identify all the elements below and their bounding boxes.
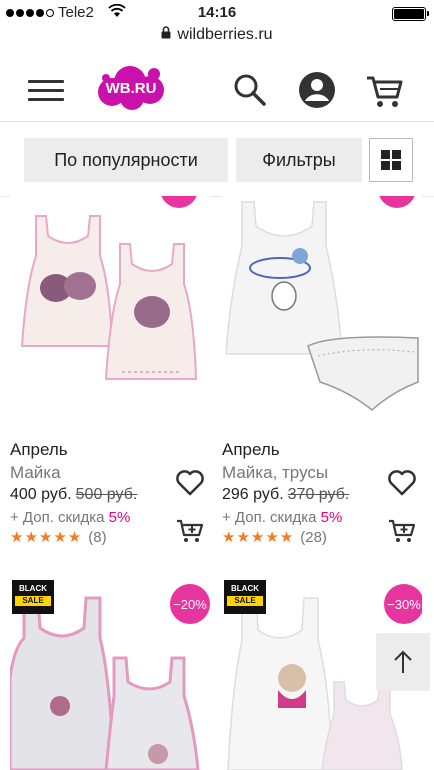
heart-icon[interactable] [388,470,416,496]
product-image[interactable] [10,196,210,416]
product-name[interactable]: Майка, трусы [222,463,328,483]
logo-text: WB.RU [105,80,157,97]
cart-icon[interactable] [364,70,404,110]
search-icon[interactable] [230,70,270,110]
site-logo[interactable]: WB.RU [96,64,166,112]
current-price: 296 руб. [222,486,284,503]
current-price: 400 руб. [10,486,72,503]
product-image[interactable] [222,196,422,416]
product-card[interactable]: Апрель Майка 400 руб. 500 руб. + Доп. ски… [10,196,210,556]
extra-discount: + Доп. скидка 5% [10,509,130,526]
extra-discount-percent: 5% [320,509,343,526]
product-name[interactable]: Майка [10,463,61,483]
product-card[interactable]: BLACK SALE −20% [10,578,210,770]
grid-icon [381,150,401,170]
arrow-up-icon [394,650,412,673]
site-header: WB.RU [0,52,434,122]
sale-badge-bottom: SALE [15,596,51,606]
address-bar[interactable]: wildberries.ru [0,26,434,48]
black-sale-badge: BLACK SALE [224,580,266,614]
rating: ★★★★★ (28) [222,528,327,546]
rating-stars-icon: ★★★★★ [222,529,295,546]
old-price: 500 руб. [75,486,138,503]
black-sale-badge: BLACK SALE [12,580,54,614]
review-count[interactable]: (28) [300,529,327,546]
add-to-cart-icon[interactable] [176,518,204,544]
url-text: wildberries.ru [177,26,273,43]
catalog-toolbar: По популярности Фильтры [0,138,434,182]
rating: ★★★★★ (8) [10,528,107,546]
sale-badge-top: BLACK [231,584,259,593]
sale-badge-top: BLACK [19,584,47,593]
lock-icon [161,26,171,44]
sale-badge-bottom: SALE [227,596,263,606]
rating-stars-icon: ★★★★★ [10,529,83,546]
sort-button[interactable]: По популярности [24,138,228,182]
grid-view-toggle[interactable] [369,138,413,182]
discount-badge: −20% [170,584,210,624]
menu-icon[interactable] [28,80,64,102]
clock: 14:16 [197,4,237,21]
product-brand: Апрель [222,440,280,459]
product-price: 400 руб. 500 руб. [10,486,137,504]
discount-badge: −30% [384,584,422,624]
battery-icon [392,7,429,21]
extra-discount-label: + Доп. скидка [222,509,317,526]
old-price: 370 руб. [287,486,350,503]
extra-discount-percent: 5% [108,509,131,526]
add-to-cart-icon[interactable] [388,518,416,544]
scroll-to-top-button[interactable] [376,633,430,691]
filter-button[interactable]: Фильтры [236,138,362,182]
status-bar: Tele2 14:16 [0,0,434,26]
product-card[interactable]: Апрель Майка, трусы 296 руб. 370 руб. + Д… [222,196,422,556]
extra-discount-label: + Доп. скидка [10,509,105,526]
account-icon[interactable] [297,70,337,110]
review-count[interactable]: (8) [88,529,106,546]
product-brand: Апрель [10,440,68,459]
product-price: 296 руб. 370 руб. [222,486,349,504]
heart-icon[interactable] [176,470,204,496]
extra-discount: + Доп. скидка 5% [222,509,342,526]
